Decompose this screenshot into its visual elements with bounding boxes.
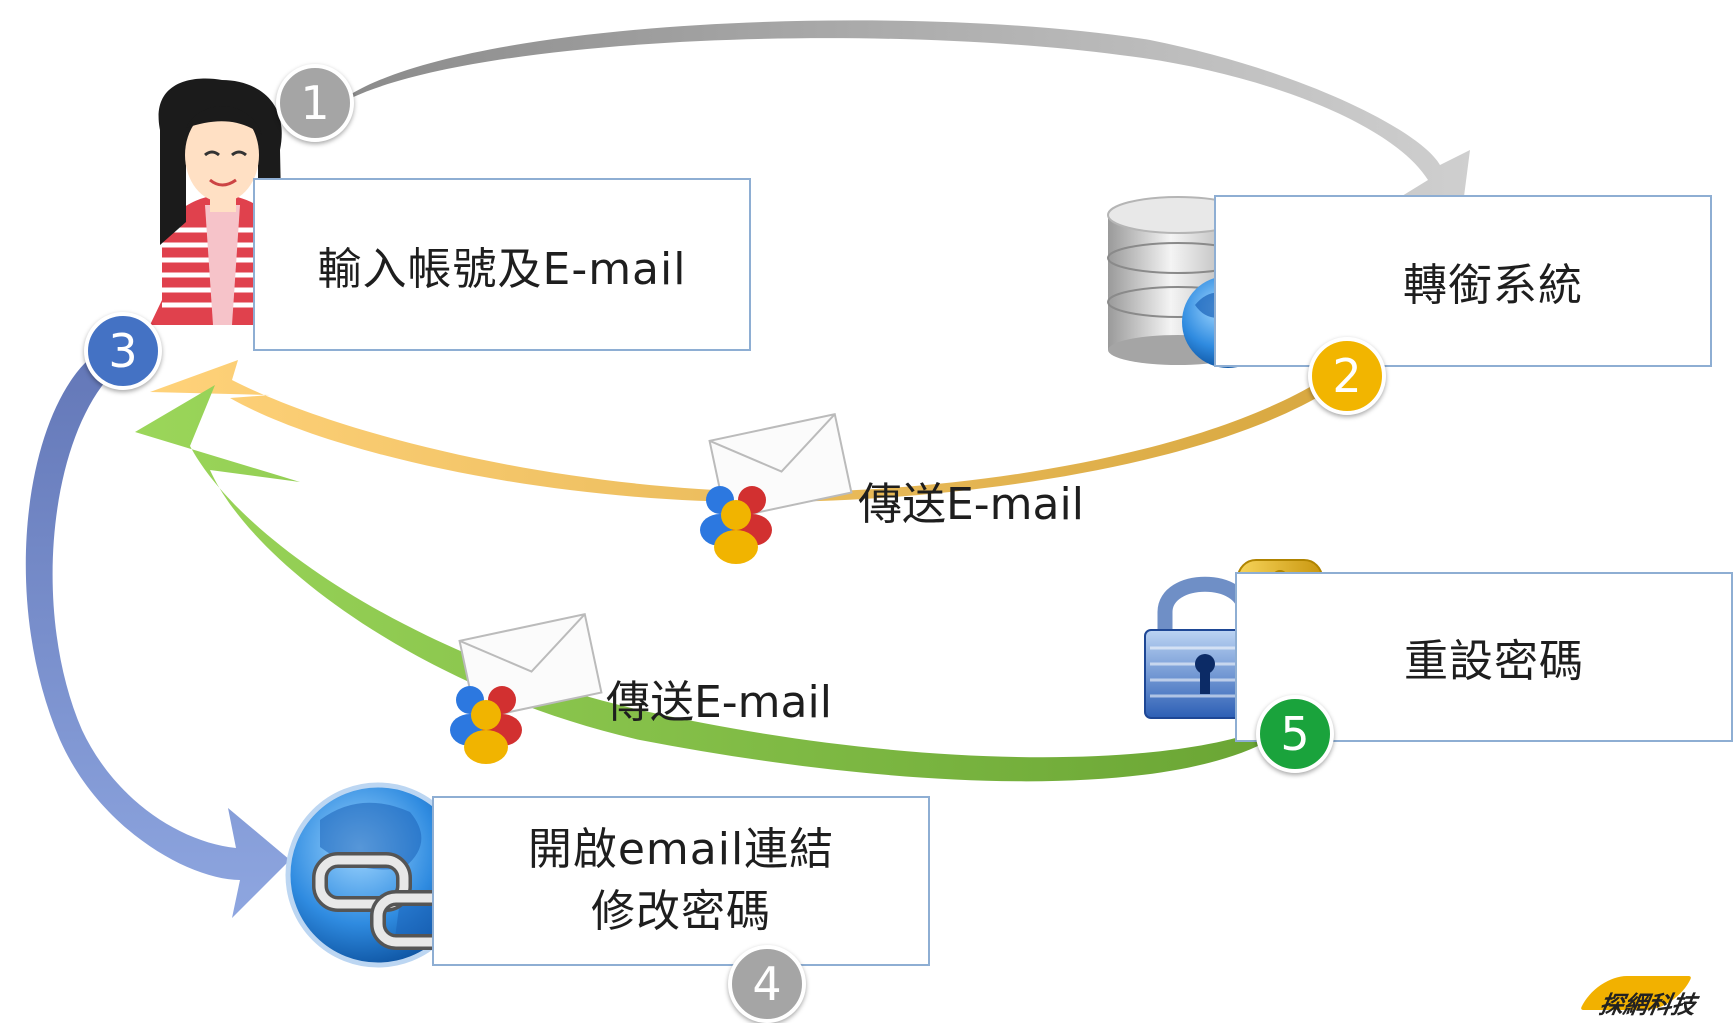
step-1-badge: 1 <box>276 64 354 142</box>
input-account-email-box: 輸入帳號及E-mail <box>253 178 751 351</box>
email-contacts-icon <box>450 613 603 764</box>
step-5-badge: 5 <box>1256 695 1334 773</box>
change-password-text: 修改密碼 <box>591 886 771 937</box>
reset-password-text: 重設密碼 <box>1404 636 1584 687</box>
send-email-label-top: 傳送E-mail <box>858 479 1084 530</box>
forward-system-box: 轉銜系統 <box>1214 195 1712 367</box>
input-account-email-text: 輸入帳號及E-mail <box>317 243 687 295</box>
step-4-badge: 4 <box>728 945 806 1023</box>
open-email-link-box: 開啟email連結 修改密碼 <box>432 796 930 966</box>
forward-system-text: 轉銜系統 <box>1403 260 1583 311</box>
brand-logo-text: 探網科技 <box>1597 990 1699 1019</box>
step-3-badge: 3 <box>84 312 162 390</box>
arrow-step3 <box>25 360 290 918</box>
step-2-badge: 2 <box>1308 337 1386 415</box>
email-contacts-icon <box>700 413 853 564</box>
send-email-label-bottom: 傳送E-mail <box>606 677 832 728</box>
open-email-link-text: 開啟email連結 <box>527 824 835 875</box>
